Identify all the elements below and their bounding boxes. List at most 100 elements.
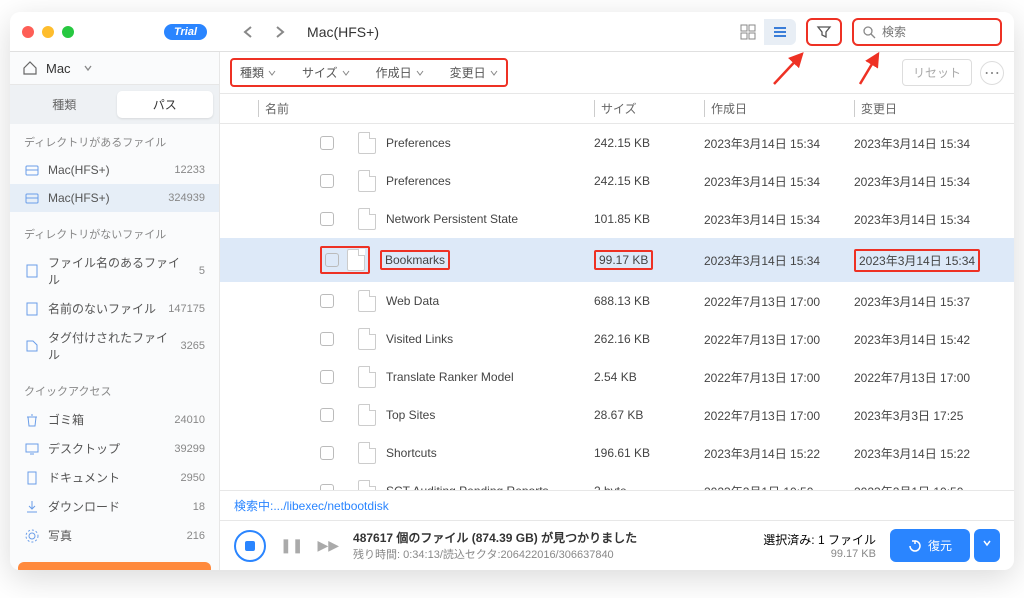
file-row[interactable]: Preferences242.15 KB2023年3月14日 15:342023…: [220, 162, 1014, 200]
sidebar-icon: [24, 499, 40, 515]
file-modified: 2023年2月1日 10:50: [854, 483, 1004, 491]
sidebar-icon: [24, 263, 40, 279]
filter-button[interactable]: [806, 18, 842, 46]
nav-forward-button[interactable]: [269, 21, 291, 43]
sidebar-item[interactable]: ファイル名のあるファイル5: [10, 248, 219, 294]
file-checkbox[interactable]: [320, 136, 334, 150]
file-created: 2023年3月14日 15:34: [704, 211, 854, 228]
selected-label: 選択済み: 1 ファイル: [763, 531, 876, 548]
file-row[interactable]: Top Sites28.67 KB2022年7月13日 17:002023年3月…: [220, 396, 1014, 434]
file-created: 2022年7月13日 17:00: [704, 407, 854, 424]
file-row[interactable]: Network Persistent State101.85 KB2023年3月…: [220, 200, 1014, 238]
file-size: 99.17 KB: [594, 250, 704, 270]
sidebar-item-label: タグ付けされたファイル: [48, 329, 173, 363]
file-icon: [358, 328, 376, 350]
stop-scan-button[interactable]: [234, 530, 266, 562]
nav-back-button[interactable]: [237, 21, 259, 43]
section-with-dir: ディレクトリがあるファイル: [10, 128, 219, 156]
filter-modified[interactable]: 変更日: [450, 64, 498, 81]
filter-size[interactable]: サイズ: [302, 64, 350, 81]
sidebar-item-label: ファイル名のあるファイル: [48, 254, 191, 288]
file-checkbox[interactable]: [320, 408, 334, 422]
column-name[interactable]: 名前: [258, 100, 594, 117]
file-row[interactable]: Shortcuts196.61 KB2023年3月14日 15:222023年3…: [220, 434, 1014, 472]
sidebar-item[interactable]: ゴミ箱24010: [10, 405, 219, 434]
sidebar-icon: [24, 338, 40, 354]
column-modified[interactable]: 変更日: [854, 100, 1004, 117]
filter-kind[interactable]: 種類: [240, 64, 276, 81]
window-controls[interactable]: [22, 26, 74, 38]
minimize-window[interactable]: [42, 26, 54, 38]
file-size: 688.13 KB: [594, 294, 704, 308]
maximize-window[interactable]: [62, 26, 74, 38]
file-row[interactable]: Visited Links262.16 KB2022年7月13日 17:0020…: [220, 320, 1014, 358]
license-activate-button[interactable]: ライセンス認証: [18, 562, 211, 570]
column-created[interactable]: 作成日: [704, 100, 854, 117]
sidebar-item-count: 39299: [174, 443, 205, 455]
file-checkbox[interactable]: [320, 446, 334, 460]
file-modified: 2023年3月14日 15:34: [854, 135, 1004, 152]
tab-kind[interactable]: 種類: [16, 91, 113, 118]
section-quick: クイックアクセス: [10, 377, 219, 405]
file-checkbox[interactable]: [320, 174, 334, 188]
sidebar-item-count: 216: [187, 530, 205, 542]
sidebar-item[interactable]: 写真216: [10, 521, 219, 550]
file-row[interactable]: Preferences242.15 KB2023年3月14日 15:342023…: [220, 124, 1014, 162]
file-checkbox[interactable]: [320, 332, 334, 346]
file-icon: [358, 366, 376, 388]
sidebar-item-label: ダウンロード: [48, 498, 185, 515]
file-row[interactable]: Bookmarks99.17 KB2023年3月14日 15:342023年3月…: [220, 238, 1014, 282]
file-row[interactable]: Web Data688.13 KB2022年7月13日 17:002023年3月…: [220, 282, 1014, 320]
sidebar-item-label: Mac(HFS+): [48, 191, 160, 205]
pause-scan-button[interactable]: ❚❚: [280, 537, 303, 554]
file-created: 2023年3月14日 15:22: [704, 445, 854, 462]
file-modified: 2023年3月3日 17:25: [854, 407, 1004, 424]
search-box[interactable]: [852, 18, 1002, 46]
filter-created[interactable]: 作成日: [376, 64, 424, 81]
tab-path[interactable]: パス: [117, 91, 214, 118]
search-input[interactable]: [882, 25, 982, 39]
file-row[interactable]: SCT Auditing Pending Reports2 byte2023年2…: [220, 472, 1014, 490]
sidebar-item[interactable]: ドキュメント2950: [10, 463, 219, 492]
file-created: 2022年7月13日 17:00: [704, 369, 854, 386]
close-window[interactable]: [22, 26, 34, 38]
sidebar-item-label: 名前のないファイル: [48, 300, 160, 317]
sidebar-root[interactable]: Mac: [10, 52, 219, 85]
sidebar-item[interactable]: デスクトップ39299: [10, 434, 219, 463]
file-modified: 2023年3月14日 15:34: [854, 173, 1004, 190]
sidebar-root-label: Mac: [46, 61, 71, 76]
found-sub: 残り時間: 0:34:13/読込セクタ:206422016/306637840: [353, 546, 749, 562]
file-size: 242.15 KB: [594, 174, 704, 188]
file-checkbox[interactable]: [320, 212, 334, 226]
restore-options-button[interactable]: [974, 529, 1000, 562]
file-modified: 2023年3月14日 15:34: [854, 211, 1004, 228]
sidebar-item[interactable]: Mac(HFS+)12233: [10, 156, 219, 184]
sidebar-icon: [24, 162, 40, 178]
sidebar-item[interactable]: 名前のないファイル147175: [10, 294, 219, 323]
search-icon: [862, 25, 876, 39]
grid-view-button[interactable]: [732, 19, 764, 45]
column-size[interactable]: サイズ: [594, 100, 704, 117]
sidebar-item-count: 18: [193, 501, 205, 513]
sidebar-item[interactable]: Mac(HFS+)324939: [10, 184, 219, 212]
sidebar-icon: [24, 301, 40, 317]
sidebar-item[interactable]: ダウンロード 18: [10, 492, 219, 521]
file-size: 262.16 KB: [594, 332, 704, 346]
file-name: Visited Links: [376, 332, 594, 346]
file-checkbox[interactable]: [325, 253, 339, 267]
list-view-button[interactable]: [764, 19, 796, 45]
section-no-dir: ディレクトリがないファイル: [10, 220, 219, 248]
file-checkbox[interactable]: [320, 370, 334, 384]
file-size: 2.54 KB: [594, 370, 704, 384]
file-row[interactable]: Translate Ranker Model2.54 KB2022年7月13日 …: [220, 358, 1014, 396]
sidebar-item-count: 24010: [174, 414, 205, 426]
file-checkbox[interactable]: [320, 294, 334, 308]
file-created: 2023年2月1日 10:50: [704, 483, 854, 491]
reset-button[interactable]: リセット: [902, 59, 972, 86]
file-size: 196.61 KB: [594, 446, 704, 460]
continue-scan-button[interactable]: ▶▶: [317, 537, 339, 554]
more-button[interactable]: ⋯: [980, 61, 1004, 85]
sidebar-item[interactable]: タグ付けされたファイル3265: [10, 323, 219, 369]
file-name: Preferences: [376, 136, 594, 150]
restore-button[interactable]: 復元: [890, 529, 970, 562]
